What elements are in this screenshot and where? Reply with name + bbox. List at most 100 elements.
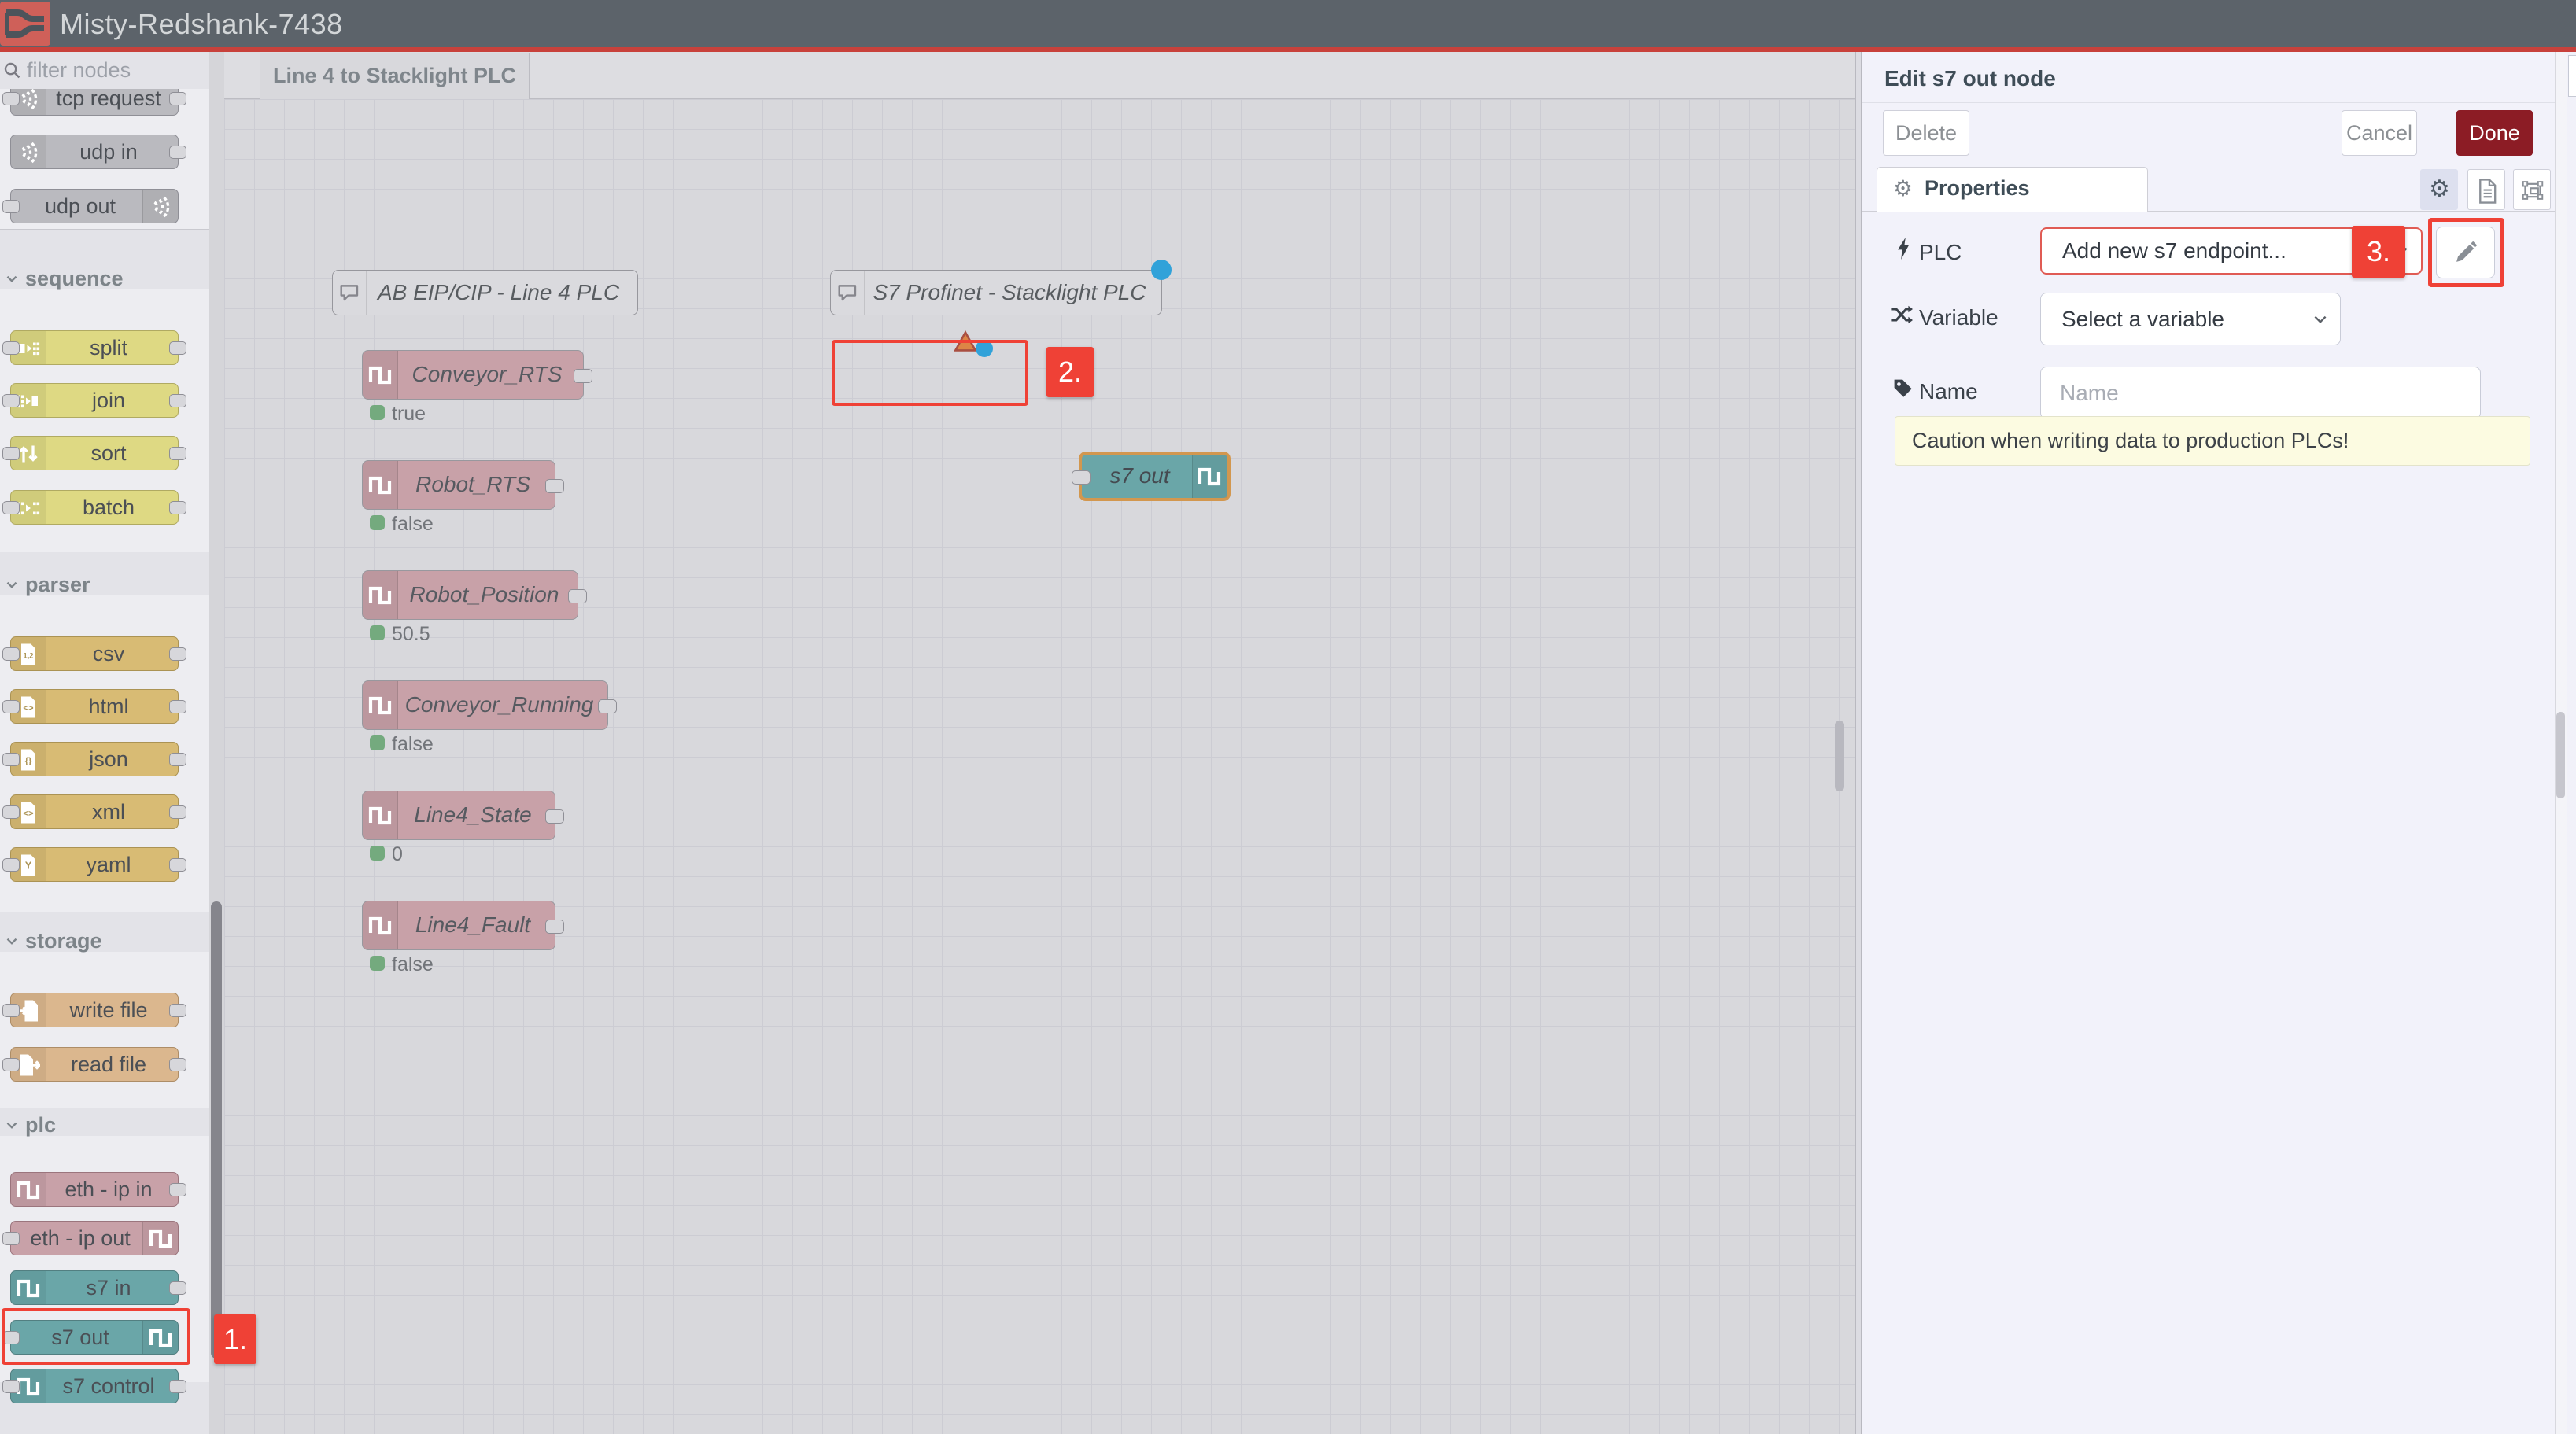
input-port[interactable]	[1072, 470, 1091, 485]
appearance-view-button[interactable]	[2513, 169, 2551, 210]
variable-select-value: Select a variable	[2061, 307, 2224, 332]
node-palette: tcp request udp in udp out sequence spli…	[0, 52, 224, 1434]
panel-scrollbar[interactable]	[2556, 712, 2565, 798]
output-port[interactable]	[568, 589, 587, 603]
properties-view-button[interactable]: ⚙	[2420, 169, 2458, 210]
output-port[interactable]	[574, 369, 592, 383]
palette-category-parser[interactable]: parser	[0, 573, 209, 596]
name-input[interactable]	[2040, 367, 2481, 419]
done-button[interactable]: Done	[2456, 110, 2533, 156]
palette-node-json[interactable]: {} json	[10, 742, 179, 776]
palette-node-read-file[interactable]: read file	[10, 1047, 179, 1082]
pulse-icon	[1192, 455, 1227, 498]
palette-category-plc[interactable]: plc	[0, 1113, 209, 1137]
variable-field-label: Variable	[1919, 305, 1998, 330]
edit-panel-tabs: ⚙ Properties ⚙	[1862, 167, 2556, 212]
palette-filter[interactable]: filter nodes	[0, 52, 224, 89]
flow-node-robot-position[interactable]: Robot_Position	[362, 570, 578, 620]
palette-node-s7-control[interactable]: s7 control	[10, 1369, 179, 1403]
output-port[interactable]	[545, 920, 564, 934]
edit-node-panel: Edit s7 out node Delete Cancel Done ⚙ Pr…	[1862, 52, 2555, 1434]
properties-tab-label: Properties	[1925, 176, 2030, 201]
chevron-down-icon	[2312, 311, 2329, 328]
palette-category-storage[interactable]: storage	[0, 929, 209, 953]
tab-properties[interactable]: ⚙ Properties	[1877, 167, 2148, 212]
page-title: Misty-Redshank-7438	[60, 8, 343, 41]
waves-icon	[142, 190, 178, 223]
tab-line4-to-stacklight-plc[interactable]: Line 4 to Stacklight PLC	[260, 53, 530, 99]
annotation-box-1	[2, 1308, 190, 1365]
flow-node-robot-rts[interactable]: Robot_RTS	[362, 460, 555, 510]
input-port	[2, 700, 20, 713]
gear-icon: ⚙	[2429, 175, 2450, 203]
input-port	[2, 1232, 20, 1245]
comment-node-s7-profinet-stacklight-plc[interactable]: S7 Profinet - Stacklight PLC	[830, 270, 1162, 315]
output-port	[169, 146, 186, 159]
palette-category-sequence[interactable]: sequence	[0, 267, 209, 290]
palette-node-yaml[interactable]: Y yaml	[10, 847, 179, 882]
node-red-logo-icon	[0, 2, 50, 46]
svg-text:Y: Y	[25, 860, 32, 872]
flow-canvas[interactable]: AB EIP/CIP - Line 4 PLC S7 Profinet - St…	[224, 99, 1855, 1434]
name-field-label: Name	[1919, 379, 1978, 404]
filter-placeholder: filter nodes	[27, 58, 131, 83]
output-port	[169, 1004, 186, 1017]
palette-node-udp-in[interactable]: udp in	[10, 135, 179, 169]
description-view-button[interactable]	[2467, 169, 2505, 210]
chevron-down-icon	[3, 271, 20, 288]
output-port	[169, 447, 186, 460]
status-dot-icon	[370, 956, 385, 971]
palette-node-csv[interactable]: 1,2 csv	[10, 636, 179, 671]
sidebar-edge-box	[2568, 55, 2576, 97]
palette-node-html[interactable]: <> html	[10, 689, 179, 724]
comment-icon	[333, 271, 367, 315]
output-port[interactable]	[545, 479, 564, 493]
tag-icon	[1892, 378, 1913, 398]
input-port	[2, 394, 20, 407]
flow-node-line4-fault[interactable]: Line4_Fault	[362, 901, 555, 950]
canvas-scrollbar[interactable]	[1835, 721, 1844, 791]
input-port	[2, 92, 20, 105]
shuffle-icon	[1891, 304, 1913, 326]
status-dot-icon	[370, 735, 385, 750]
output-port	[169, 92, 186, 105]
flow-node-line4-state[interactable]: Line4_State	[362, 791, 555, 840]
palette-node-sort[interactable]: sort	[10, 436, 179, 470]
variable-select[interactable]: Select a variable	[2040, 293, 2341, 345]
output-port[interactable]	[598, 699, 617, 713]
gear-icon: ⚙	[1893, 175, 1913, 201]
delete-button[interactable]: Delete	[1883, 110, 1969, 156]
comment-node-ab-eip-cip-line-4-plc[interactable]: AB EIP/CIP - Line 4 PLC	[332, 270, 638, 315]
input-port	[2, 341, 20, 355]
flow-node-conveyor-rts[interactable]: Conveyor_RTS	[362, 350, 584, 400]
palette-node-write-file[interactable]: write file	[10, 993, 179, 1027]
palette-node-s7-in[interactable]: s7 in	[10, 1270, 179, 1305]
palette-scrollbar[interactable]	[211, 901, 222, 1358]
palette-node-join[interactable]: join	[10, 383, 179, 418]
panel-resize-handle[interactable]	[1855, 52, 1862, 1434]
input-port	[2, 805, 20, 819]
flow-node-s7-out-selected[interactable]: s7 out	[1079, 452, 1231, 501]
palette-node-xml[interactable]: <> xml	[10, 794, 179, 829]
cancel-button[interactable]: Cancel	[2342, 110, 2417, 156]
output-port[interactable]	[545, 809, 564, 824]
status-dot-icon	[370, 515, 385, 530]
palette-node-eth-ip-in[interactable]: eth - ip in	[10, 1172, 179, 1207]
palette-section-storage	[0, 952, 209, 1108]
chevron-down-icon	[3, 1117, 20, 1134]
palette-node-eth-ip-out[interactable]: eth - ip out	[10, 1221, 179, 1255]
input-port	[2, 753, 20, 766]
palette-node-batch[interactable]: batch	[10, 490, 179, 525]
changed-dot-icon	[1151, 260, 1172, 280]
pulse-icon	[142, 1222, 178, 1255]
palette-node-split[interactable]: split	[10, 330, 179, 365]
lightning-icon	[1894, 238, 1913, 260]
palette-node-udp-out[interactable]: udp out	[10, 189, 179, 223]
input-port	[2, 447, 20, 460]
pulse-icon	[363, 791, 398, 839]
annotation-box-2	[832, 340, 1028, 406]
status-dot-icon	[370, 846, 385, 861]
waves-icon	[11, 135, 46, 168]
flow-node-conveyor-running[interactable]: Conveyor_Running	[362, 680, 608, 730]
annotation-badge-1: 1.	[214, 1314, 256, 1364]
